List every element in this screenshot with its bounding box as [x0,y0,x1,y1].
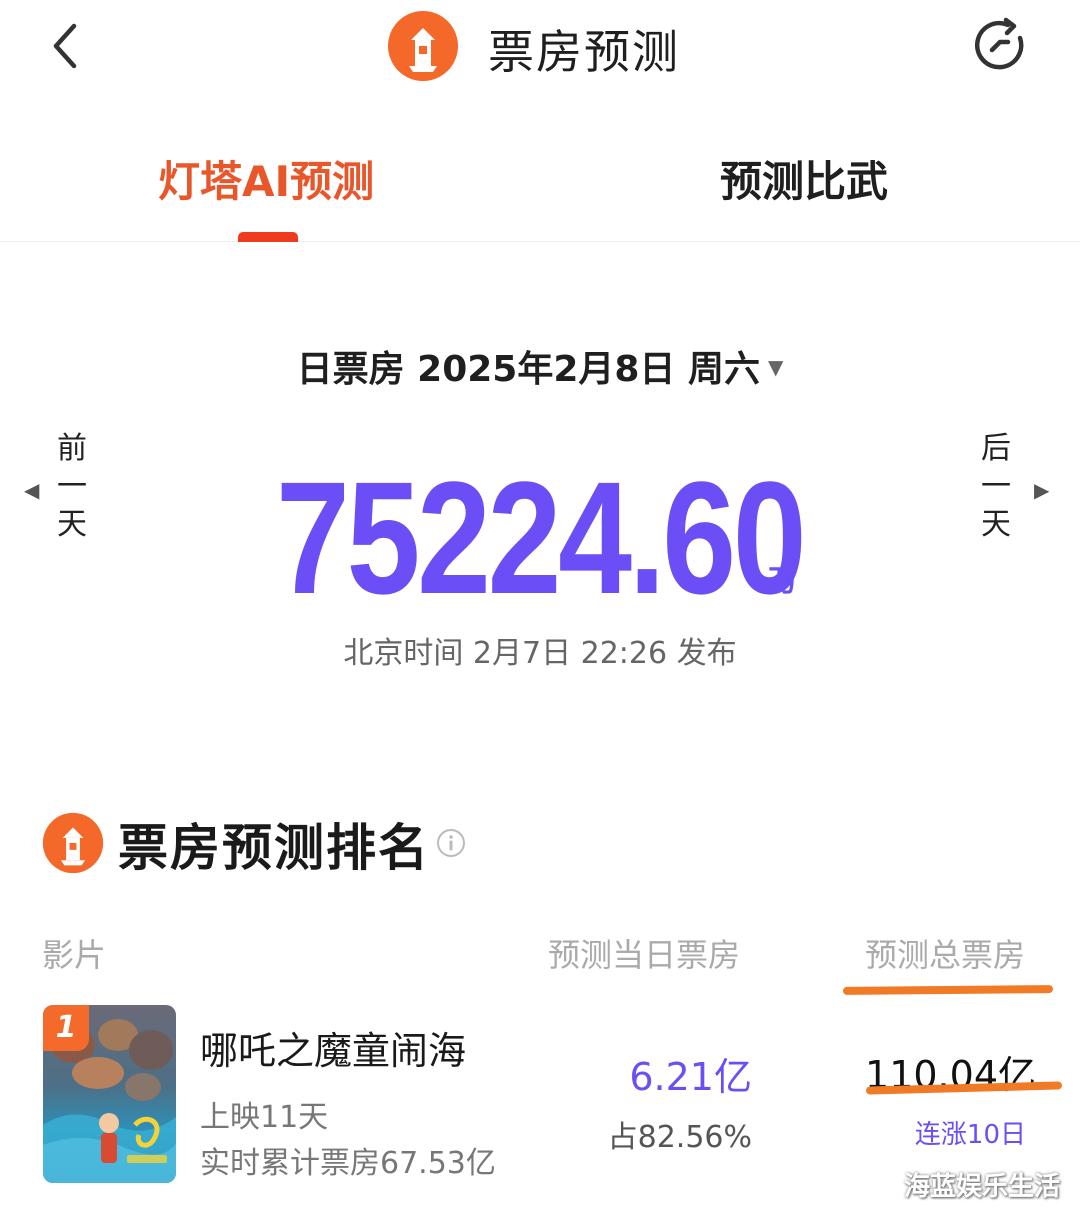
trend-label: 连涨10日 [914,1120,1026,1150]
day-forecast-value: 6.21亿 [629,1055,752,1099]
days-showing: 上映11天 [200,1100,329,1135]
prev-day-char: 天 [57,507,87,542]
arrow-left-icon: ◀ [24,478,40,502]
tab-bar: 灯塔AI预测 预测比武 [0,130,1080,242]
caret-down-icon: ▼ [767,355,784,379]
day-share: 占82.56% [607,1120,752,1155]
next-day-char: 一 [981,469,1011,504]
date-label: 日票房 2025年2月8日 周六 [296,349,760,390]
page-title: 票房预测 [488,25,680,79]
next-day-button[interactable]: 后 一 天 ▶ [968,430,1058,560]
rank-badge: 1 [43,1005,89,1051]
highlight-underline [842,985,1054,995]
ranking-title: 票房预测排名 [118,819,430,877]
active-tab-indicator [238,232,298,242]
previous-day-button[interactable]: ◀ 前 一 天 [20,430,110,560]
column-header-total-forecast: 预测总票房 [865,936,1026,974]
lighthouse-logo-icon [387,10,459,82]
tab-ai-forecast[interactable]: 灯塔AI预测 [158,148,374,209]
lighthouse-logo-icon [42,812,104,874]
watermark: 海蓝娱乐生活 [904,1172,1061,1202]
next-day-char: 天 [981,507,1011,542]
column-header-film: 影片 [42,936,107,974]
daily-box-office-forecast: 75224.60 [276,448,807,627]
date-selector[interactable]: 日票房 2025年2月8日 周六 ▼ [0,340,1080,392]
column-header-day-forecast: 预测当日票房 [548,936,741,974]
cumulative-box-office: 实时累计票房67.53亿 [200,1146,496,1181]
publish-time: 北京时间 2月7日 22:26 发布 [343,636,737,671]
movie-poster[interactable]: 1 [43,1005,176,1183]
next-day-char: 后 [981,431,1011,466]
chevron-left-icon[interactable] [40,18,96,74]
info-icon[interactable] [436,828,466,858]
refresh-icon[interactable] [968,14,1032,78]
prev-day-char: 前 [57,431,87,466]
arrow-right-icon: ▶ [1034,478,1050,502]
top-nav-bar: 票房预测 [0,0,1080,100]
tab-forecast-contest[interactable]: 预测比武 [720,148,888,209]
prev-day-char: 一 [57,469,87,504]
amount-unit: 万 [768,564,798,599]
film-title: 哪吒之魔童闹海 [200,1029,467,1073]
